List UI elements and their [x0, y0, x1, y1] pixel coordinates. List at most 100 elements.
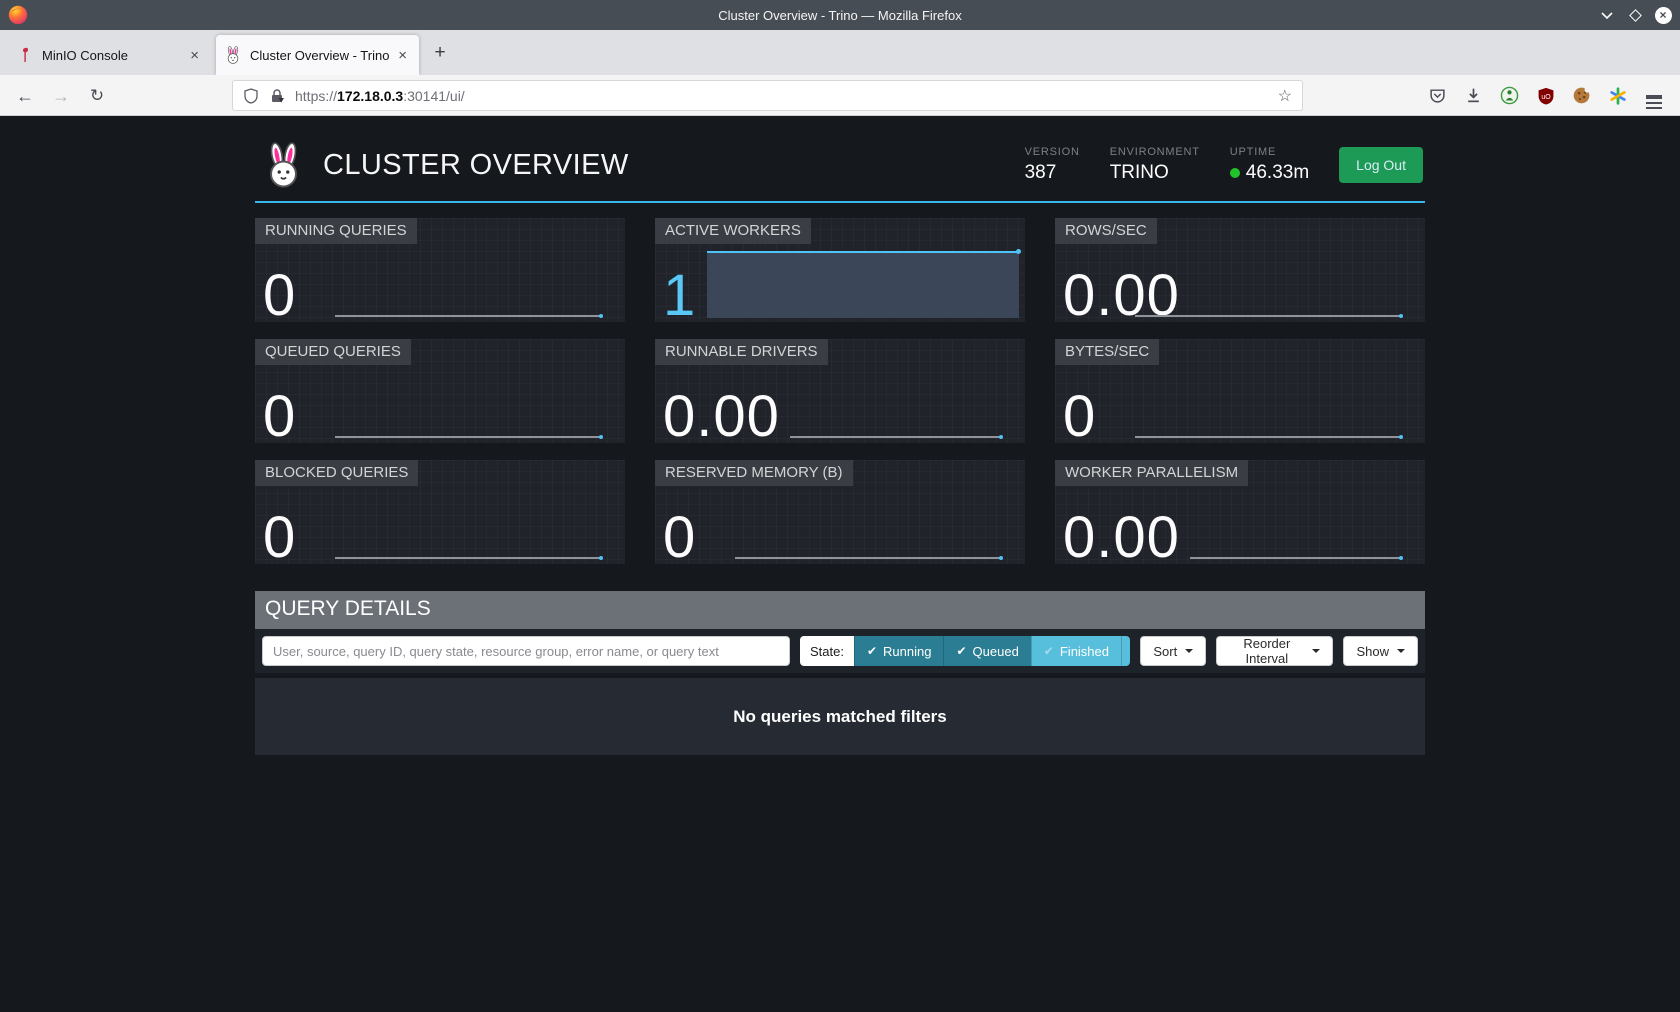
- tile-runnable-drivers: RUNNABLE DRIVERS 0.00: [655, 339, 1025, 443]
- version-label: VERSION: [1025, 146, 1080, 158]
- query-search-input[interactable]: [262, 636, 790, 666]
- uptime-label: UPTIME: [1230, 146, 1309, 158]
- url-scheme: https://: [295, 88, 337, 104]
- tile-label: RUNNABLE DRIVERS: [655, 339, 828, 365]
- toolbar-extensions: uO: [1425, 81, 1666, 110]
- sparkline: [1135, 436, 1401, 438]
- tile-label: RUNNING QUERIES: [255, 218, 417, 244]
- trino-bunny-icon: [225, 46, 241, 64]
- sparkline: [335, 436, 601, 438]
- environment-stat: ENVIRONMENT TRINO: [1110, 146, 1200, 184]
- sparkline: [335, 315, 601, 317]
- tile-value: 0: [663, 509, 696, 567]
- tile-value: 0: [263, 388, 296, 446]
- dashboard-header: CLUSTER OVERVIEW VERSION 387 ENVIRONMENT…: [255, 116, 1425, 203]
- forward-button[interactable]: →: [46, 81, 76, 111]
- sparkline: [335, 557, 601, 559]
- tile-label: RESERVED MEMORY (B): [655, 460, 853, 486]
- uptime-value: 46.33m: [1230, 162, 1309, 184]
- tile-bytes-per-sec: BYTES/SEC 0: [1055, 339, 1425, 443]
- tile-blocked-queries: BLOCKED QUERIES 0: [255, 460, 625, 564]
- state-filter-label: State:: [800, 636, 854, 666]
- downloads-icon[interactable]: [1461, 81, 1486, 110]
- environment-label: ENVIRONMENT: [1110, 146, 1200, 158]
- back-button[interactable]: ←: [10, 81, 40, 111]
- privacy-extension-icon[interactable]: [1497, 81, 1522, 110]
- empty-queries-message: No queries matched filters: [255, 678, 1425, 755]
- menu-icon[interactable]: [1641, 81, 1666, 110]
- page-title: CLUSTER OVERVIEW: [323, 149, 629, 182]
- spark-extension-icon[interactable]: [1605, 81, 1630, 110]
- maximize-icon[interactable]: [1626, 6, 1644, 24]
- sparkline: [1190, 557, 1401, 559]
- tab-minio-console[interactable]: MinIO Console ×: [8, 35, 211, 75]
- filter-failed-dropdown[interactable]: Failed: [1121, 636, 1130, 666]
- tile-label: QUEUED QUERIES: [255, 339, 411, 365]
- state-filter-group: State: ✔ Running ✔ Queued ✔ Finished Fai…: [800, 636, 1130, 666]
- new-tab-button[interactable]: +: [428, 41, 452, 65]
- browser-viewport: CLUSTER OVERVIEW VERSION 387 ENVIRONMENT…: [0, 116, 1680, 1012]
- environment-value: TRINO: [1110, 162, 1200, 184]
- uptime-stat: UPTIME 46.33m: [1230, 146, 1309, 184]
- sparkline-filled: [707, 251, 1019, 318]
- tile-label: ROWS/SEC: [1055, 218, 1157, 244]
- url-bar[interactable]: https://172.18.0.3:30141/ui/ ☆: [232, 80, 1303, 111]
- tile-worker-parallelism: WORKER PARALLELISM 0.00: [1055, 460, 1425, 564]
- pocket-icon[interactable]: [1425, 81, 1450, 110]
- filter-queued-button[interactable]: ✔ Queued: [943, 636, 1030, 666]
- sparkline: [790, 436, 1001, 438]
- tile-value: 0: [263, 509, 296, 567]
- tile-running-queries: RUNNING QUERIES 0: [255, 218, 625, 322]
- cookie-extension-icon[interactable]: [1569, 81, 1594, 110]
- filter-running-button[interactable]: ✔ Running: [854, 636, 944, 666]
- tile-label: BYTES/SEC: [1055, 339, 1159, 365]
- ublock-origin-icon[interactable]: uO: [1533, 81, 1558, 110]
- show-dropdown[interactable]: Show: [1343, 636, 1418, 666]
- close-window-icon[interactable]: ×: [1654, 6, 1672, 24]
- minio-icon: [17, 46, 33, 64]
- logout-button[interactable]: Log Out: [1339, 147, 1423, 183]
- minimize-icon[interactable]: [1598, 6, 1616, 24]
- tile-value: 0.00: [663, 388, 780, 446]
- chevron-down-icon: [1312, 649, 1320, 653]
- bookmark-star-icon[interactable]: ☆: [1278, 86, 1292, 106]
- reload-button[interactable]: ↻: [82, 81, 112, 111]
- tab-close-icon[interactable]: ×: [395, 47, 410, 64]
- tile-value: 0: [263, 267, 296, 325]
- tab-cluster-overview[interactable]: Cluster Overview - Trino ×: [216, 35, 419, 75]
- navigation-toolbar: ← → ↻ https://172.18.0.3:30141/ui/ ☆: [0, 75, 1680, 116]
- check-icon: ✔: [1044, 644, 1054, 658]
- tile-rows-per-sec: ROWS/SEC 0.00: [1055, 218, 1425, 322]
- svg-text:uO: uO: [1541, 93, 1551, 100]
- tile-label: BLOCKED QUERIES: [255, 460, 418, 486]
- url-host: 172.18.0.3: [337, 88, 403, 104]
- sparkline: [1135, 315, 1401, 317]
- cluster-stats-grid: RUNNING QUERIES 0 ACTIVE WORKERS 1 ROWS/…: [255, 218, 1425, 564]
- reorder-interval-dropdown[interactable]: Reorder Interval: [1216, 636, 1333, 666]
- check-icon: ✔: [867, 644, 877, 658]
- tab-label: MinIO Console: [42, 48, 187, 63]
- tracking-shield-icon[interactable]: [243, 88, 259, 104]
- sparkline: [735, 557, 1001, 559]
- tile-value: 1: [663, 267, 696, 325]
- filter-finished-button[interactable]: ✔ Finished: [1031, 636, 1121, 666]
- version-stat: VERSION 387: [1025, 146, 1080, 184]
- tab-bar: MinIO Console × Cluster Overview - Trino…: [0, 30, 1680, 75]
- url-path: :30141/ui/: [403, 88, 465, 104]
- query-filter-toolbar: State: ✔ Running ✔ Queued ✔ Finished Fai…: [255, 629, 1425, 673]
- tile-value: 0.00: [1063, 509, 1180, 567]
- chevron-down-icon: [1185, 649, 1193, 653]
- trino-logo: [263, 142, 304, 188]
- uptime-status-dot: [1230, 168, 1240, 178]
- tile-active-workers: ACTIVE WORKERS 1: [655, 218, 1025, 322]
- lock-icon[interactable]: [269, 88, 285, 104]
- tile-queued-queries: QUEUED QUERIES 0: [255, 339, 625, 443]
- tile-label: WORKER PARALLELISM: [1055, 460, 1248, 486]
- query-details-header: QUERY DETAILS: [255, 591, 1425, 629]
- version-value: 387: [1025, 162, 1080, 184]
- tab-close-icon[interactable]: ×: [187, 47, 202, 64]
- window-controls: ×: [1598, 0, 1672, 30]
- tile-label: ACTIVE WORKERS: [655, 218, 811, 244]
- sort-dropdown[interactable]: Sort: [1140, 636, 1206, 666]
- tile-reserved-memory: RESERVED MEMORY (B) 0: [655, 460, 1025, 564]
